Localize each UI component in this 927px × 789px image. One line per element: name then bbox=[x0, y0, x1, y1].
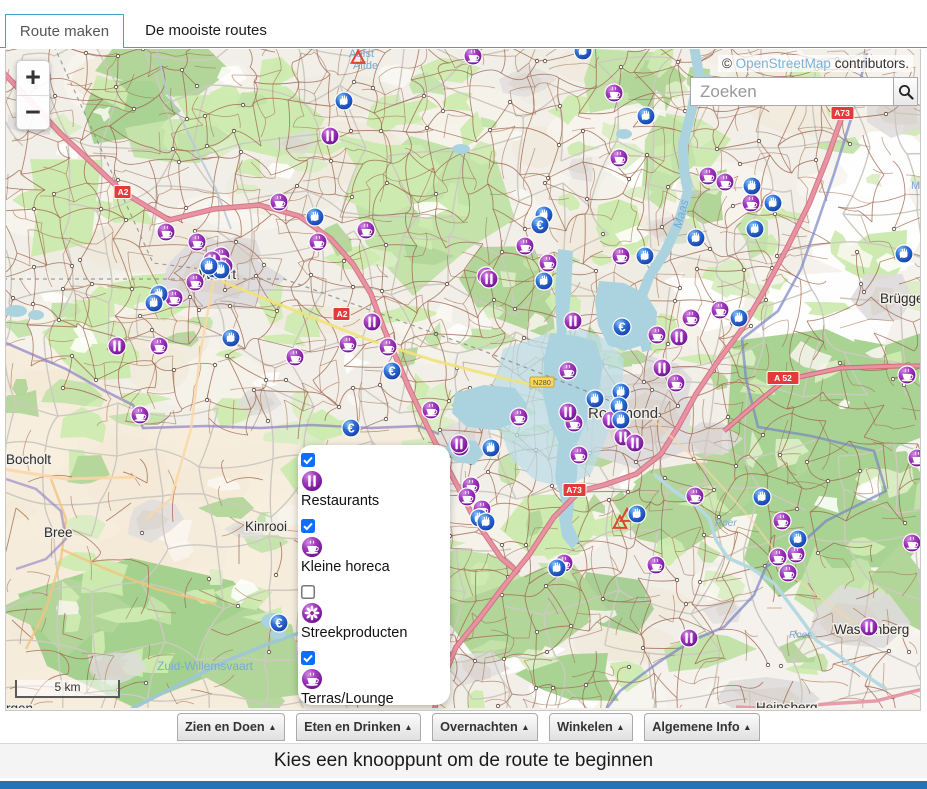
svg-text:€: € bbox=[388, 364, 395, 379]
svg-text:Roer: Roer bbox=[715, 518, 737, 529]
svg-text:Roer: Roer bbox=[789, 630, 811, 641]
svg-text:A73: A73 bbox=[834, 108, 850, 118]
svg-text:N280: N280 bbox=[533, 378, 551, 387]
svg-text:€: € bbox=[536, 218, 543, 233]
svg-text:€: € bbox=[275, 616, 282, 631]
svg-text:Bree: Bree bbox=[44, 525, 73, 540]
svg-text:A73: A73 bbox=[566, 485, 582, 495]
svg-text:Bocholt: Bocholt bbox=[6, 452, 51, 467]
svg-text:A 52: A 52 bbox=[774, 373, 792, 383]
svg-text:Kinrooi: Kinrooi bbox=[245, 519, 287, 534]
svg-text:Heinsberg: Heinsberg bbox=[756, 700, 818, 708]
svg-text:Brüggen: Brüggen bbox=[880, 291, 920, 306]
svg-text:A2: A2 bbox=[118, 187, 129, 197]
svg-text:M: M bbox=[911, 180, 920, 192]
svg-text:rgen: rgen bbox=[6, 701, 33, 708]
svg-text:€: € bbox=[347, 421, 354, 436]
svg-text:Alfde: Alfde bbox=[353, 60, 378, 72]
svg-text:€: € bbox=[618, 320, 625, 335]
svg-text:A2: A2 bbox=[337, 309, 348, 319]
svg-text:Zuid-Willemsvaart: Zuid-Willemsvaart bbox=[157, 659, 254, 673]
